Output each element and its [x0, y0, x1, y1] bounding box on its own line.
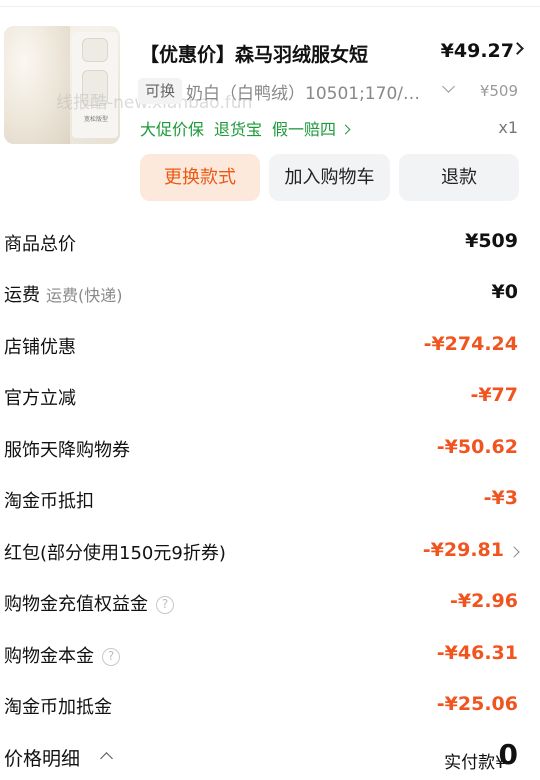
original-price: ¥509 — [479, 82, 518, 100]
fee-row-subtotal: 商品总价 ¥509 — [0, 228, 540, 258]
paid-amount: 0 — [498, 738, 518, 771]
fee-value: ¥509 — [465, 230, 518, 252]
paid-label-text: 实付款 — [444, 753, 496, 773]
fee-label: 红包(部分使用150元9折券) — [4, 543, 226, 564]
fee-label-text: 运费 — [4, 285, 40, 306]
paid-label: 实付款¥ — [444, 748, 506, 773]
thumbnail-caption: 宽松版型 — [83, 116, 108, 123]
promo-return-insurance: 退货宝 — [214, 120, 263, 139]
jacket-image — [82, 38, 108, 62]
fee-label-text: 购物金本金 — [4, 646, 94, 667]
product-price: ¥49.27 — [440, 40, 514, 62]
fee-row-store-discount: 店铺优惠 -¥274.24 — [0, 331, 540, 361]
quantity: x1 — [498, 118, 518, 137]
exchangeable-tag: 可换 — [138, 78, 183, 104]
fabric-swatch-image — [4, 26, 70, 144]
chevron-up-icon[interactable] — [100, 752, 113, 765]
fee-value: -¥274.24 — [423, 333, 518, 355]
help-icon[interactable]: ? — [156, 596, 174, 614]
fee-row-shipping: 运费 运费(快递) ¥0 — [0, 279, 540, 309]
fee-row-red-packet[interactable]: 红包(部分使用150元9折券) -¥29.81 — [0, 537, 540, 567]
chevron-down-icon[interactable] — [442, 80, 455, 93]
product-title[interactable]: 【优惠价】森马羽绒服女短 — [140, 40, 368, 67]
promo-tags[interactable]: 大促价保 退货宝 假一赔四 — [140, 116, 351, 140]
fee-row-shopping-gold-principal: 购物金本金? -¥46.31 — [0, 640, 540, 670]
fee-value: ¥0 — [491, 281, 518, 303]
fee-label: 服饰天降购物券 — [4, 440, 130, 461]
refund-button[interactable]: 退款 — [399, 154, 519, 201]
fee-value: -¥25.06 — [436, 693, 518, 715]
fee-label: 运费 运费(快递) — [4, 281, 123, 307]
fee-value: -¥77 — [470, 384, 518, 406]
fee-label-text: 购物金充值权益金 — [4, 594, 148, 615]
chevron-right-icon — [340, 124, 351, 135]
promo-fake-compensation: 假一赔四 — [272, 120, 337, 139]
help-icon[interactable]: ? — [102, 648, 120, 666]
fee-value: -¥50.62 — [436, 436, 518, 458]
fee-row-taojinbi: 淘金币抵扣 -¥3 — [0, 485, 540, 515]
top-divider — [0, 6, 540, 7]
fee-row-apparel-coupon: 服饰天降购物券 -¥50.62 — [0, 434, 540, 464]
fee-label: 商品总价 — [4, 234, 76, 255]
fee-value: -¥3 — [483, 487, 518, 509]
fee-row-taojinbi-bonus: 淘金币加抵金 -¥25.06 — [0, 691, 540, 721]
fee-label: 淘金币加抵金 — [4, 697, 112, 718]
jacket-image — [82, 70, 108, 106]
chevron-right-icon[interactable] — [508, 546, 520, 558]
fee-label: 店铺优惠 — [4, 337, 76, 358]
price-details-toggle[interactable]: 价格明细 — [4, 744, 80, 771]
fee-sublabel: 运费(快递) — [46, 286, 123, 305]
fee-label: 官方立减 — [4, 388, 76, 409]
fee-value: -¥29.81 — [422, 539, 504, 561]
product-spec[interactable]: 奶白（白鸭绒）10501;170/… — [186, 79, 436, 104]
fee-row-official-discount: 官方立减 -¥77 — [0, 382, 540, 412]
fee-row-recharge-bonus: 购物金充值权益金? -¥2.96 — [0, 588, 540, 618]
add-to-cart-button[interactable]: 加入购物车 — [269, 154, 390, 201]
fee-label: 购物金充值权益金? — [4, 590, 174, 616]
product-thumbnail[interactable]: 宽松版型 — [4, 26, 120, 144]
fee-value: -¥2.96 — [450, 590, 518, 612]
swap-style-button[interactable]: 更换款式 — [140, 154, 260, 201]
order-item[interactable]: 宽松版型 线报酷-new.xianbao.fun 【优惠价】森马羽绒服女短 ¥4… — [0, 22, 540, 150]
promo-price-protection: 大促价保 — [140, 120, 205, 139]
fee-label: 购物金本金? — [4, 642, 120, 668]
fee-label: 淘金币抵扣 — [4, 491, 94, 512]
fee-value: -¥46.31 — [436, 642, 518, 664]
